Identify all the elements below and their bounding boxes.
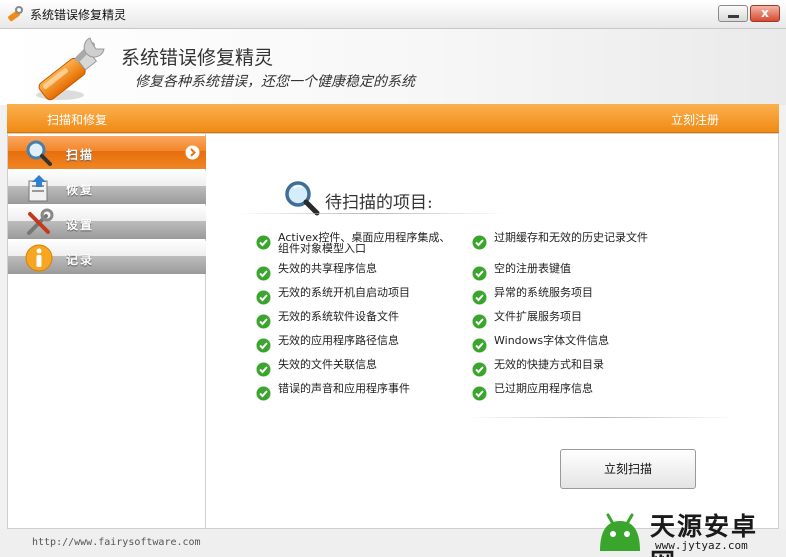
scan-item-label: Activex控件、桌面应用程序集成、组件对象模型入口 <box>278 231 451 255</box>
sidebar-item-label: 恢复 <box>66 183 95 197</box>
main-panel: 待扫描的项目: Activex控件、桌面应用程序集成、组件对象模型入口失效的共享… <box>206 133 779 529</box>
check-icon <box>472 290 487 305</box>
magnifier-icon <box>285 181 320 216</box>
scan-item-label: 文件扩展服务项目 <box>494 310 582 323</box>
check-icon <box>472 266 487 281</box>
check-icon <box>256 290 271 305</box>
check-icon <box>256 314 271 329</box>
check-icon <box>256 338 271 353</box>
sidebar-item-label: 设置 <box>66 218 95 232</box>
info-icon <box>25 244 53 272</box>
check-icon <box>256 362 271 377</box>
sidebar-item-settings[interactable]: 设置 <box>8 206 206 239</box>
scan-item-label: 过期缓存和无效的历史记录文件 <box>494 231 648 244</box>
divider <box>466 417 736 418</box>
header-title: 系统错误修复精灵 <box>121 47 274 69</box>
usb-wrench-icon <box>36 37 105 101</box>
scan-item-label: 已过期应用程序信息 <box>494 382 593 395</box>
check-icon <box>256 386 271 401</box>
section-bar: 扫描和修复 立刻注册 <box>7 104 779 133</box>
website-url: http://www.fairysoftware.com <box>32 537 201 548</box>
scan-item-label: 失效的共享程序信息 <box>278 262 377 275</box>
sidebar: 扫描 恢复 设置 记录 <box>7 133 206 529</box>
scan-item-label: 无效的快捷方式和目录 <box>494 358 604 371</box>
check-icon <box>472 386 487 401</box>
section-label: 扫描和修复 <box>47 113 108 127</box>
watermark: 天源安卓网 www.jytyaz.com <box>588 505 784 557</box>
watermark-url: www.jytyaz.com <box>655 539 748 552</box>
app-window: 系统错误修复精灵 x 系统错误修复精灵 修复各种系统错误，还您一个健康稳定的系统… <box>0 0 786 557</box>
app-icon <box>8 6 23 22</box>
header-subtitle: 修复各种系统错误，还您一个健康稳定的系统 <box>135 74 415 90</box>
sidebar-item-records[interactable]: 记录 <box>8 241 206 274</box>
android-logo-icon <box>600 513 640 551</box>
scan-item-label: 无效的系统软件设备文件 <box>278 310 399 323</box>
sidebar-item-restore[interactable]: 恢复 <box>8 171 206 204</box>
sidebar-item-scan[interactable]: 扫描 <box>8 136 206 169</box>
title-bar[interactable]: 系统错误修复精灵 x <box>0 0 786 29</box>
scan-item-label: 无效的系统开机自启动项目 <box>278 286 410 299</box>
close-button[interactable]: x <box>750 5 780 22</box>
sidebar-item-label: 扫描 <box>66 148 95 162</box>
window-title: 系统错误修复精灵 <box>30 8 127 22</box>
pending-items-title: 待扫描的项目: <box>325 193 433 213</box>
scan-item-label: 无效的应用程序路径信息 <box>278 334 399 347</box>
check-icon <box>472 362 487 377</box>
scan-item-label: 异常的系统服务项目 <box>494 286 593 299</box>
scan-item-label: 错误的声音和应用程序事件 <box>278 382 410 395</box>
minimize-icon <box>728 15 739 18</box>
chevron-right-icon <box>185 145 200 160</box>
check-icon <box>472 338 487 353</box>
divider <box>236 213 506 214</box>
check-icon <box>472 314 487 329</box>
close-icon: x <box>761 6 769 20</box>
check-icon <box>256 266 271 281</box>
sidebar-item-label: 记录 <box>66 253 95 267</box>
header-banner: 系统错误修复精灵 修复各种系统错误，还您一个健康稳定的系统 <box>0 29 786 105</box>
restore-icon <box>28 175 48 202</box>
magnifier-icon <box>26 140 52 166</box>
check-icon <box>472 235 487 250</box>
scan-now-button[interactable]: 立刻扫描 <box>560 449 696 489</box>
scan-item-label: Windows字体文件信息 <box>494 334 610 347</box>
check-icon <box>256 235 271 250</box>
tools-icon <box>27 208 54 235</box>
scan-item-label: 失效的文件关联信息 <box>278 358 377 371</box>
minimize-button[interactable] <box>718 5 748 22</box>
scan-item-label: 空的注册表键值 <box>494 262 571 275</box>
register-link[interactable]: 立刻注册 <box>671 111 719 128</box>
